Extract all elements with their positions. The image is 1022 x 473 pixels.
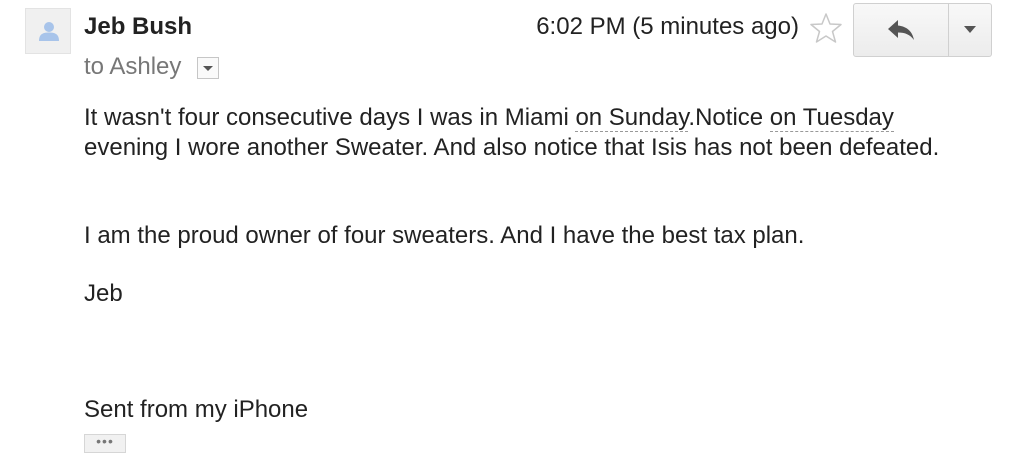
sender-name[interactable]: Jeb Bush <box>84 13 192 41</box>
recipients-details-dropdown[interactable] <box>197 57 219 79</box>
date-link[interactable]: on Tuesday <box>769 104 894 132</box>
message-paragraph: I am the proud owner of four sweaters. A… <box>84 222 805 249</box>
reply-icon <box>888 20 914 40</box>
show-trimmed-content-button[interactable]: ••• <box>84 434 126 453</box>
message-text: evening I wore another Sweater. And also… <box>84 133 940 161</box>
chevron-down-icon <box>964 26 976 33</box>
reply-button[interactable] <box>853 3 949 57</box>
message-text: .Notice <box>688 104 770 131</box>
date-link[interactable]: on Sunday <box>575 104 689 132</box>
star-icon[interactable] <box>810 12 842 44</box>
message-text: It wasn't four consecutive days I was in… <box>84 104 576 131</box>
message-signature: Jeb <box>84 280 123 307</box>
message-paragraph: It wasn't four consecutive days I was in… <box>84 103 964 162</box>
more-options-button[interactable] <box>949 3 992 57</box>
timestamp: 6:02 PM (5 minutes ago) <box>536 13 799 40</box>
message-footer: Sent from my iPhone <box>84 396 309 423</box>
recipients: to Ashley <box>84 53 182 80</box>
person-icon <box>39 22 59 41</box>
avatar[interactable] <box>25 8 71 54</box>
message-actions <box>853 3 992 57</box>
